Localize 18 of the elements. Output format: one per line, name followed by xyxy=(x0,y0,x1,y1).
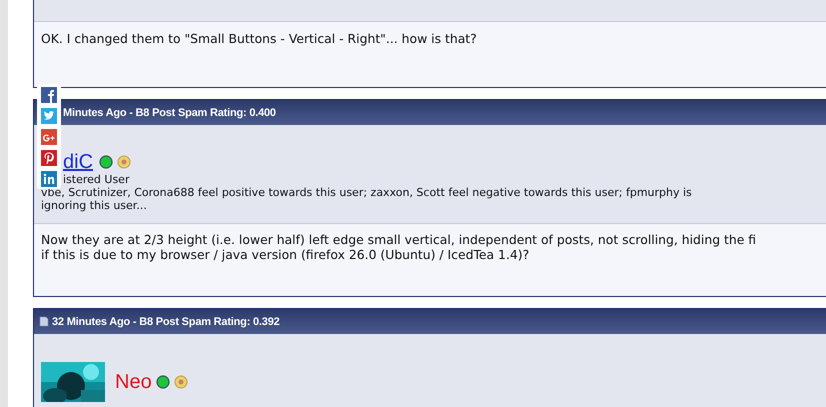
post-date: Minutes Ago - B8 Post Spam Rating: 0.400 xyxy=(63,106,276,118)
pinterest-icon[interactable] xyxy=(41,150,57,166)
reputation-text: vbe, Scrutinizer, Corona688 feel positive towards this user; zaxxon, Scott feel negative towards this user; fpmurphy is xyxy=(41,186,693,199)
message-text: Now they are at 2/3 height (i.e. lower half) left edge small vertical, independent of posts, not scrolling, hiding the fi xyxy=(41,232,758,247)
rank-badge-icon xyxy=(174,375,188,389)
google-plus-icon[interactable] xyxy=(41,129,57,145)
bird-icon[interactable] xyxy=(41,108,57,124)
reputation-text: ignoring this user... xyxy=(41,199,148,212)
facebook-icon[interactable] xyxy=(41,87,57,103)
document-icon xyxy=(39,316,49,327)
message-text: OK. I changed them to "Small Buttons - Vertical - Right"... how is that? xyxy=(41,31,478,46)
user-title: istered User xyxy=(63,173,130,186)
rank-badge-icon xyxy=(117,155,132,169)
username-link[interactable]: Neo xyxy=(115,371,152,393)
message-text: if this is due to my browser / java version (firefox 26.0 (Ubuntu) / IcedTea 1.4)? xyxy=(41,247,530,262)
username-link[interactable]: diC xyxy=(63,151,94,173)
post-date: 32 Minutes Ago - B8 Post Spam Rating: 0.392 xyxy=(52,316,280,328)
linkedin-icon[interactable] xyxy=(41,171,57,187)
